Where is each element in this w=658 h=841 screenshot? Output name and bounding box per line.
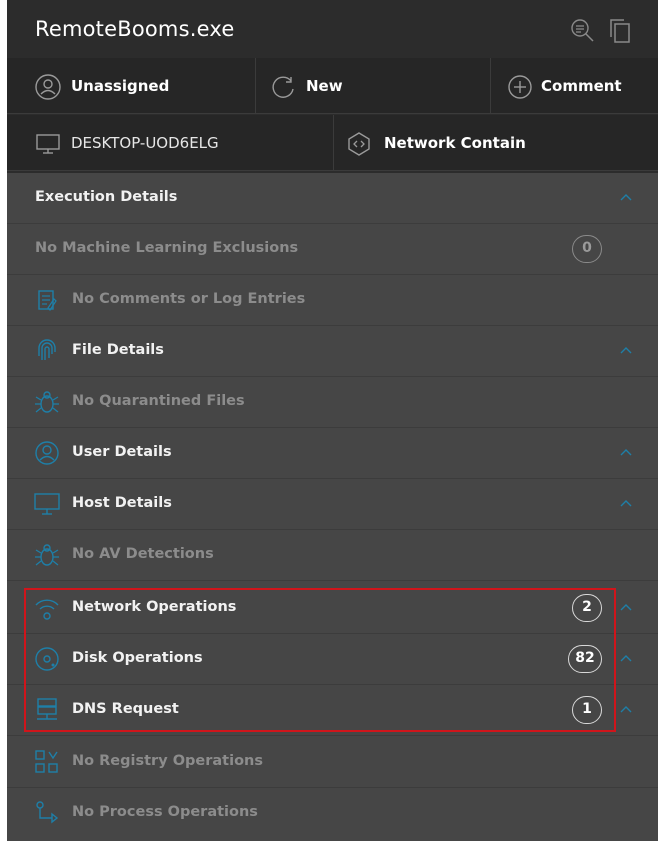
comment-button[interactable]: Comment bbox=[491, 58, 658, 114]
page-title: RemoteBooms.exe bbox=[35, 17, 235, 41]
search-list-icon[interactable] bbox=[570, 18, 596, 44]
section-disk-operations[interactable]: Disk Operations 82 bbox=[7, 634, 658, 685]
section-label: Network Operations bbox=[72, 599, 237, 615]
chevron-up-icon[interactable] bbox=[620, 654, 632, 662]
chevron-up-icon[interactable] bbox=[620, 705, 632, 713]
process-icon bbox=[36, 801, 59, 824]
section-label: DNS Request bbox=[72, 701, 179, 717]
section-network-operations[interactable]: Network Operations 2 bbox=[7, 583, 658, 634]
section-label: Host Details bbox=[72, 495, 172, 511]
count-badge: 1 bbox=[572, 696, 602, 724]
network-contain-label: Network Contain bbox=[384, 134, 526, 152]
network-contain-icon bbox=[348, 132, 370, 156]
chevron-up-icon[interactable] bbox=[620, 603, 632, 611]
copy-icon[interactable] bbox=[607, 18, 633, 44]
section-ml-exclusions[interactable]: No Machine Learning Exclusions 0 bbox=[7, 224, 658, 275]
action-row-1: Unassigned New Comment bbox=[7, 58, 658, 116]
bug-icon bbox=[35, 391, 59, 413]
status-label: New bbox=[306, 77, 343, 95]
title-bar: RemoteBooms.exe bbox=[7, 0, 658, 58]
section-dns-request[interactable]: DNS Request 1 bbox=[7, 685, 658, 736]
chevron-up-icon[interactable] bbox=[620, 193, 632, 201]
notepad-icon bbox=[38, 290, 57, 311]
section-label: No Comments or Log Entries bbox=[72, 291, 306, 307]
chevron-up-icon[interactable] bbox=[620, 346, 632, 354]
section-label: No Machine Learning Exclusions bbox=[35, 240, 299, 256]
count-badge: 2 bbox=[572, 594, 602, 622]
chevron-up-icon[interactable] bbox=[620, 448, 632, 456]
monitor-icon bbox=[36, 134, 60, 154]
section-label: No Process Operations bbox=[72, 804, 258, 820]
section-comments[interactable]: No Comments or Log Entries bbox=[7, 275, 658, 326]
person-icon bbox=[35, 441, 59, 465]
bug-icon bbox=[35, 544, 59, 566]
section-label: No Registry Operations bbox=[72, 753, 263, 769]
monitor-icon bbox=[34, 493, 60, 515]
status-button[interactable]: New bbox=[256, 58, 491, 114]
disk-icon bbox=[35, 647, 59, 671]
host-button[interactable]: DESKTOP-UOD6ELG bbox=[7, 115, 334, 171]
action-row-2: DESKTOP-UOD6ELG Network Contain bbox=[7, 115, 658, 173]
detail-panel: RemoteBooms.exe Unassigned New Comment D… bbox=[7, 0, 658, 841]
chevron-up-icon[interactable] bbox=[620, 499, 632, 507]
person-icon bbox=[35, 74, 61, 100]
assignee-label: Unassigned bbox=[71, 77, 170, 95]
registry-icon bbox=[35, 750, 58, 773]
section-label: Disk Operations bbox=[72, 650, 203, 666]
section-quarantined[interactable]: No Quarantined Files bbox=[7, 377, 658, 428]
section-registry-operations[interactable]: No Registry Operations bbox=[7, 737, 658, 788]
section-host-details[interactable]: Host Details bbox=[7, 479, 658, 530]
host-label: DESKTOP-UOD6ELG bbox=[71, 134, 219, 152]
dns-icon bbox=[37, 698, 57, 720]
count-badge: 0 bbox=[572, 235, 602, 263]
section-execution-details[interactable]: Execution Details bbox=[7, 173, 658, 224]
fingerprint-icon bbox=[38, 339, 56, 360]
section-label: File Details bbox=[72, 342, 164, 358]
wifi-icon bbox=[35, 599, 59, 620]
plus-circle-icon bbox=[508, 75, 532, 99]
refresh-icon bbox=[272, 76, 294, 98]
comment-label: Comment bbox=[541, 77, 622, 95]
section-label: No Quarantined Files bbox=[72, 393, 245, 409]
section-process-operations[interactable]: No Process Operations bbox=[7, 788, 658, 839]
section-av-detections[interactable]: No AV Detections bbox=[7, 530, 658, 581]
section-label: No AV Detections bbox=[72, 546, 214, 562]
assign-button[interactable]: Unassigned bbox=[7, 58, 256, 114]
section-user-details[interactable]: User Details bbox=[7, 428, 658, 479]
network-contain-button[interactable]: Network Contain bbox=[334, 115, 658, 171]
section-file-details[interactable]: File Details bbox=[7, 326, 658, 377]
count-badge: 82 bbox=[568, 645, 602, 673]
section-label: Execution Details bbox=[35, 189, 178, 205]
section-label: User Details bbox=[72, 444, 172, 460]
